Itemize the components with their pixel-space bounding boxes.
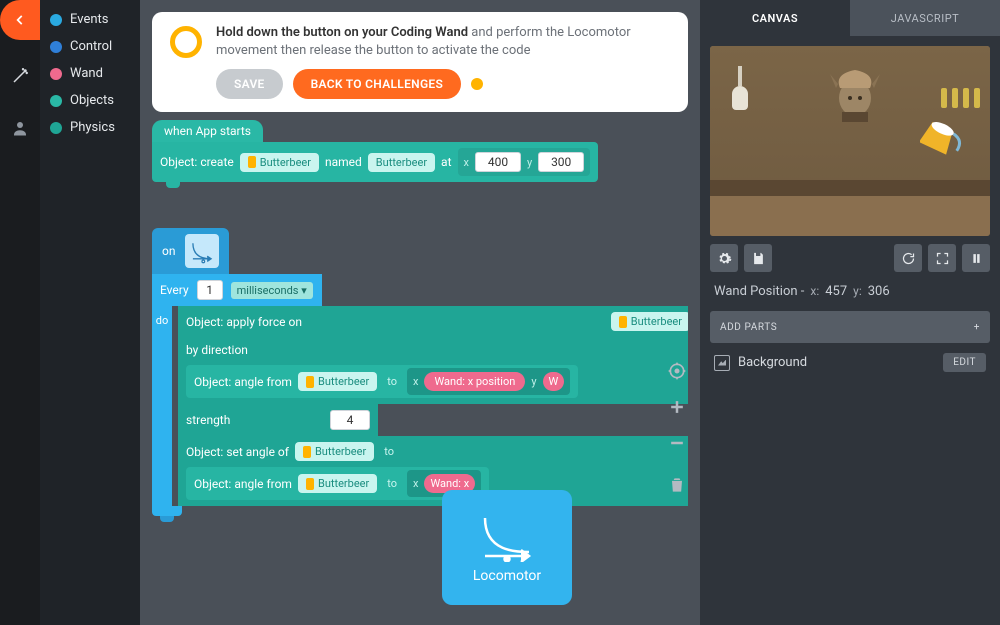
fullscreen-button[interactable] (928, 244, 956, 272)
tab-canvas[interactable]: CANVAS (700, 0, 850, 36)
object-icon (619, 316, 627, 328)
target-butterbeer-pill[interactable]: Butterbeer (611, 312, 688, 331)
y-input[interactable]: 300 (538, 152, 584, 172)
restart-button[interactable] (894, 244, 922, 272)
save-canvas-button[interactable] (744, 244, 772, 272)
workspace: Hold down the button on your Coding Wand… (140, 0, 700, 625)
time-unit-select[interactable]: milliseconds ▾ (231, 282, 313, 299)
block-strength[interactable]: strength 4 (178, 404, 378, 436)
zoom-in-button[interactable] (666, 396, 688, 418)
wand-x-position-block[interactable]: Wand: x position (424, 372, 525, 391)
dot-icon (50, 68, 62, 80)
hat-block-when-app-starts[interactable]: when App starts (152, 120, 263, 142)
dot-icon (50, 95, 62, 107)
instruction-banner: Hold down the button on your Coding Wand… (152, 12, 688, 112)
object-icon (306, 376, 314, 388)
name-butterbeer-field[interactable]: Butterbeer (368, 153, 435, 172)
block-object-create[interactable]: Object: create Butterbeer named Butterbe… (152, 142, 598, 182)
image-icon (714, 355, 730, 371)
zoom-out-button[interactable] (666, 432, 688, 454)
sidebar-item-events[interactable]: Events (40, 6, 140, 33)
gesture-card-locomotor[interactable]: Locomotor (442, 490, 572, 605)
trash-button[interactable] (666, 474, 688, 496)
do-label: do (152, 306, 172, 506)
tab-javascript[interactable]: JAVASCRIPT (850, 0, 1000, 36)
butterbeer-sprite (920, 120, 966, 160)
gesture-locomotor-chip[interactable] (185, 234, 219, 268)
target-butterbeer-pill-2[interactable]: Butterbeer (295, 442, 374, 461)
lamp-icon (732, 86, 748, 110)
progress-dot-icon (471, 78, 483, 90)
sidebar-item-wand[interactable]: Wand (40, 60, 140, 87)
from-butterbeer-pill-2[interactable]: Butterbeer (298, 474, 377, 493)
block-by-direction[interactable]: by direction Object: angle from Butterbe… (178, 337, 688, 404)
edit-background-button[interactable]: EDIT (943, 353, 986, 372)
object-butterbeer-pill[interactable]: Butterbeer (240, 153, 319, 172)
xy-input: x 400 y 300 (458, 148, 591, 176)
part-background-row[interactable]: Background EDIT (714, 353, 986, 372)
dot-icon (50, 122, 62, 134)
object-icon (306, 478, 314, 490)
canvas-preview[interactable] (710, 46, 990, 236)
instruction-text: Hold down the button on your Coding Wand… (216, 24, 670, 59)
block-apply-force[interactable]: Object: apply force on Butterbeer (178, 306, 688, 337)
taps-icon (941, 88, 980, 108)
back-to-challenges-button[interactable]: BACK TO CHALLENGES (293, 69, 462, 99)
right-tabs: CANVAS JAVASCRIPT (700, 0, 1000, 36)
wand-icon[interactable] (0, 56, 40, 96)
back-button[interactable] (0, 0, 40, 40)
workspace-tools (666, 360, 688, 496)
right-panel: CANVAS JAVASCRIPT Wand Position - x: (700, 0, 1000, 625)
object-icon (248, 156, 256, 168)
hint-ring-icon (170, 26, 202, 58)
block-set-angle[interactable]: Object: set angle of Butterbeer to Objec… (178, 436, 688, 506)
pause-button[interactable] (962, 244, 990, 272)
every-count-input[interactable]: 1 (197, 280, 223, 300)
wand-y-cut-block[interactable]: W (543, 372, 565, 391)
block-on-gesture[interactable]: on (152, 228, 229, 274)
add-parts-button[interactable]: ADD PARTS + (710, 311, 990, 343)
plus-icon: + (974, 322, 980, 333)
sidebar-item-control[interactable]: Control (40, 33, 140, 60)
block-every[interactable]: Every 1 milliseconds ▾ (152, 274, 322, 306)
x-input[interactable]: 400 (475, 152, 521, 172)
dot-icon (50, 14, 62, 26)
from-butterbeer-pill[interactable]: Butterbeer (298, 372, 377, 391)
canvas-toolbar (710, 244, 990, 272)
save-button[interactable]: SAVE (216, 69, 283, 99)
trophy-icon (820, 68, 890, 126)
wand-position-readout: Wand Position - x:457 y:306 (714, 284, 986, 299)
settings-button[interactable] (710, 244, 738, 272)
recenter-button[interactable] (666, 360, 688, 382)
object-icon (303, 446, 311, 458)
blocks-canvas[interactable]: when App starts Object: create Butterbee… (152, 120, 688, 615)
profile-icon[interactable] (0, 108, 40, 148)
sidebar-item-objects[interactable]: Objects (40, 87, 140, 114)
block-angle-from[interactable]: Object: angle from Butterbeer to x Wand:… (186, 365, 578, 398)
sidebar-item-physics[interactable]: Physics (40, 114, 140, 141)
icon-rail (0, 0, 40, 625)
dot-icon (50, 41, 62, 53)
strength-input[interactable]: 4 (330, 410, 370, 430)
category-sidebar: Events Control Wand Objects Physics (40, 0, 140, 625)
